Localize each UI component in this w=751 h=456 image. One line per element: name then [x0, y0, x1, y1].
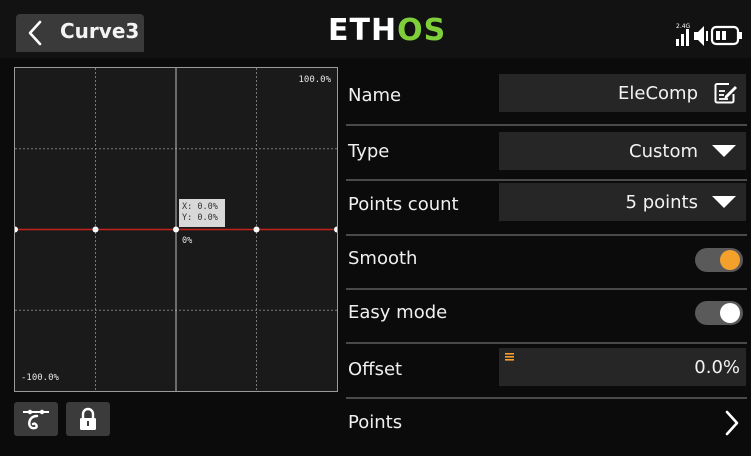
- name-row: Name EleComp: [346, 66, 747, 126]
- cursor-x: X: 0.0%: [182, 202, 218, 212]
- curve-tool-button[interactable]: [14, 402, 58, 436]
- offset-field[interactable]: 0.0%: [499, 348, 746, 386]
- type-value: Custom: [629, 141, 698, 162]
- chevron-down-icon: [712, 145, 736, 157]
- lock-icon: [80, 407, 96, 430]
- easy-mode-label: Easy mode: [348, 302, 448, 323]
- radio-band-label: 2.4G: [676, 23, 691, 30]
- page-title: Curve3: [60, 19, 140, 43]
- cursor-value: 0%: [182, 236, 193, 246]
- smooth-label: Smooth: [348, 248, 418, 269]
- easy-mode-toggle-knob: [720, 303, 740, 323]
- type-label: Type: [348, 141, 390, 162]
- back-icon[interactable]: [22, 16, 50, 50]
- speaker-icon: [694, 26, 708, 46]
- chevron-right-icon[interactable]: [723, 409, 741, 437]
- curve-point: [15, 226, 18, 233]
- curve-point: [92, 226, 99, 233]
- curve-point: [253, 226, 260, 233]
- lock-button[interactable]: [66, 402, 110, 436]
- logo-prefix: ETH: [328, 13, 398, 48]
- curve-point: [334, 226, 337, 233]
- name-field[interactable]: EleComp: [499, 74, 746, 112]
- header-bar: Curve3 ETHOS 2.4G: [0, 0, 751, 58]
- points-count-row: Points count 5 points: [346, 181, 747, 236]
- name-label: Name: [348, 85, 402, 106]
- easy-mode-toggle[interactable]: [695, 301, 743, 325]
- chevron-down-icon: [712, 196, 736, 208]
- smooth-row: Smooth: [346, 236, 747, 290]
- cursor-y: Y: 0.0%: [182, 213, 218, 223]
- points-count-dropdown[interactable]: 5 points: [499, 183, 746, 221]
- battery-icon: [710, 25, 742, 46]
- curve-chart[interactable]: 100.0% -100.0% X: 0.0% Y: 0.0% 0%: [14, 67, 338, 392]
- y-max-label: 100.0%: [298, 75, 331, 85]
- name-value: EleComp: [618, 83, 698, 104]
- curve-chart-svg: [15, 68, 337, 391]
- y-min-label: -100.0%: [21, 373, 59, 383]
- points-row[interactable]: Points: [346, 399, 747, 449]
- points-count-value: 5 points: [625, 192, 698, 213]
- points-count-label: Points count: [348, 194, 459, 215]
- signal-icon: [676, 29, 689, 46]
- edit-icon[interactable]: [714, 82, 738, 104]
- type-dropdown[interactable]: Custom: [499, 132, 746, 170]
- offset-row: Offset 0.0%: [346, 344, 747, 399]
- offset-label: Offset: [348, 359, 403, 380]
- offset-value: 0.0%: [694, 357, 740, 378]
- curve-point: [173, 226, 179, 233]
- easy-mode-row: Easy mode: [346, 290, 747, 344]
- points-label: Points: [348, 412, 403, 433]
- smooth-toggle[interactable]: [695, 248, 743, 272]
- type-row: Type Custom: [346, 126, 747, 181]
- logo-suffix: OS: [397, 13, 447, 48]
- smooth-toggle-knob: [720, 250, 740, 270]
- cursor-readout: X: 0.0% Y: 0.0%: [179, 199, 225, 227]
- menu-marker-icon: [505, 353, 514, 361]
- status-icons: 2.4G: [676, 23, 742, 46]
- ethos-logo: ETHOS: [328, 16, 446, 46]
- curve-tool-icon: [23, 409, 49, 430]
